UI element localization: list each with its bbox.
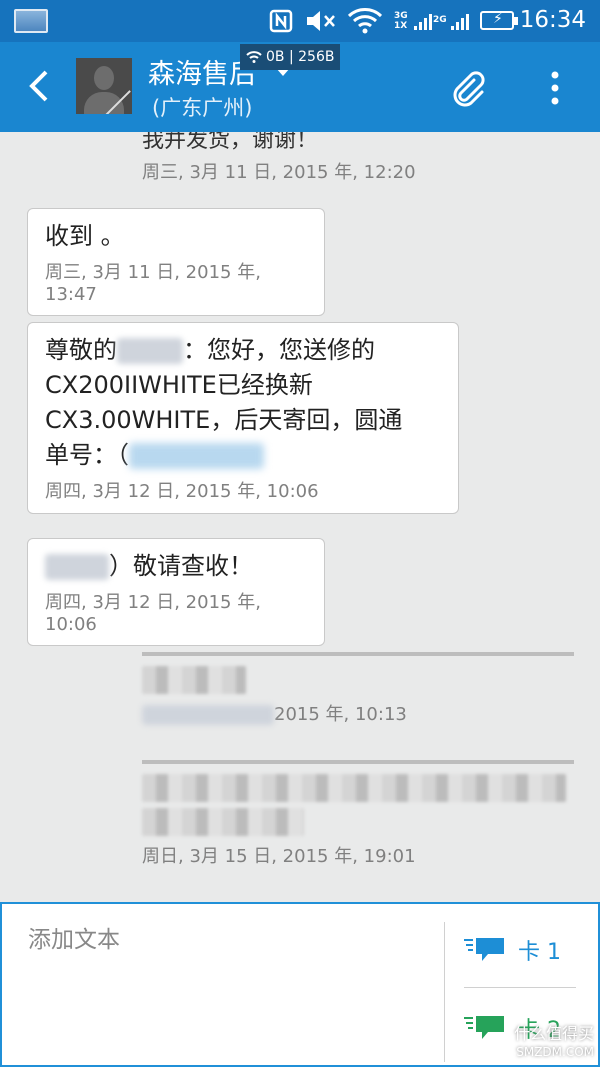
message-text: ）敬请查收！ xyxy=(45,549,307,584)
message-list[interactable]: 我并发货，谢谢！ 周三, 3月 11 日, 2015 年, 12:20 收到 。… xyxy=(0,132,600,902)
message-time: 周三, 3月 11 日, 2015 年, 12:20 xyxy=(142,162,416,183)
signal-1-icon xyxy=(414,14,432,30)
message-input[interactable]: 添加文本 xyxy=(28,920,120,954)
message-text: 收到 。 xyxy=(45,222,125,250)
send-message-icon xyxy=(464,938,504,961)
message-time: 周日, 3月 15 日, 2015 年, 19:01 xyxy=(142,846,416,867)
paperclip-icon xyxy=(453,71,485,107)
attach-button[interactable] xyxy=(448,68,488,108)
wifi-icon xyxy=(246,51,262,63)
message-text: 尊敬的 ：您好，您送修的 CX200IIWHITE已经换新 CX3.00WHITE… xyxy=(45,336,403,469)
sent-message[interactable]: 周日, 3月 15 日, 2015 年, 19:01 xyxy=(142,760,574,868)
network-2-label: 2G xyxy=(433,15,447,25)
battery-charging-icon: ⚡ xyxy=(480,11,518,30)
chevron-left-icon xyxy=(29,70,48,102)
message-time: 周四, 3月 12 日, 2015 年, 10:06 xyxy=(45,481,319,502)
contact-avatar[interactable] xyxy=(76,58,132,114)
message-text: 我并发货，谢谢！ xyxy=(142,132,319,153)
app-bar: 森海售后 (广东广州) 0B | 256B xyxy=(0,42,600,132)
more-options-button[interactable] xyxy=(538,66,572,110)
clock: 16:34 xyxy=(519,7,586,33)
send-message-icon xyxy=(464,1016,504,1039)
nfc-icon xyxy=(268,8,294,34)
message-bubble[interactable]: ）敬请查收！ 周四, 3月 12 日, 2015 年, 10:06 xyxy=(27,538,325,646)
sent-message[interactable]: 2015 年, 10:13 xyxy=(142,652,574,726)
screenshot-notification-icon xyxy=(14,9,48,33)
divider xyxy=(464,987,576,988)
signal-2-icon xyxy=(451,14,469,30)
overflow-menu-icon xyxy=(551,71,559,105)
divider xyxy=(444,922,445,1062)
message-time: 周四, 3月 12 日, 2015 年, 10:06 xyxy=(45,592,261,635)
message-bubble[interactable]: 尊敬的 ：您好，您送修的 CX200IIWHITE已经换新 CX3.00WHITE… xyxy=(27,322,459,514)
message-time: 周三, 3月 11 日, 2015 年, 13:47 xyxy=(45,262,261,305)
status-bar: 3G 1X 2G ⚡ 16:34 xyxy=(0,0,600,42)
compose-area: 添加文本 卡 1 卡 2 什么值得买 SMZDM.COM xyxy=(0,902,600,1067)
message-time: 2015 年, 10:13 xyxy=(142,700,574,726)
send-sim1-button[interactable]: 卡 1 xyxy=(464,934,561,966)
wifi-icon xyxy=(346,8,384,34)
mute-icon xyxy=(304,8,338,34)
network-1-label: 3G 1X xyxy=(394,11,408,31)
traffic-text: 0B | 256B xyxy=(266,49,335,65)
message-text-redacted xyxy=(142,666,574,694)
contact-location: (广东广州) xyxy=(152,96,253,120)
back-button[interactable] xyxy=(22,66,56,106)
message-text-redacted xyxy=(142,774,574,836)
message-bubble[interactable]: 收到 。 周三, 3月 11 日, 2015 年, 13:47 xyxy=(27,208,325,316)
tracking-number-link[interactable] xyxy=(129,443,264,469)
watermark: 什么值得买 SMZDM.COM xyxy=(513,1024,594,1060)
data-traffic-overlay: 0B | 256B xyxy=(240,44,341,70)
